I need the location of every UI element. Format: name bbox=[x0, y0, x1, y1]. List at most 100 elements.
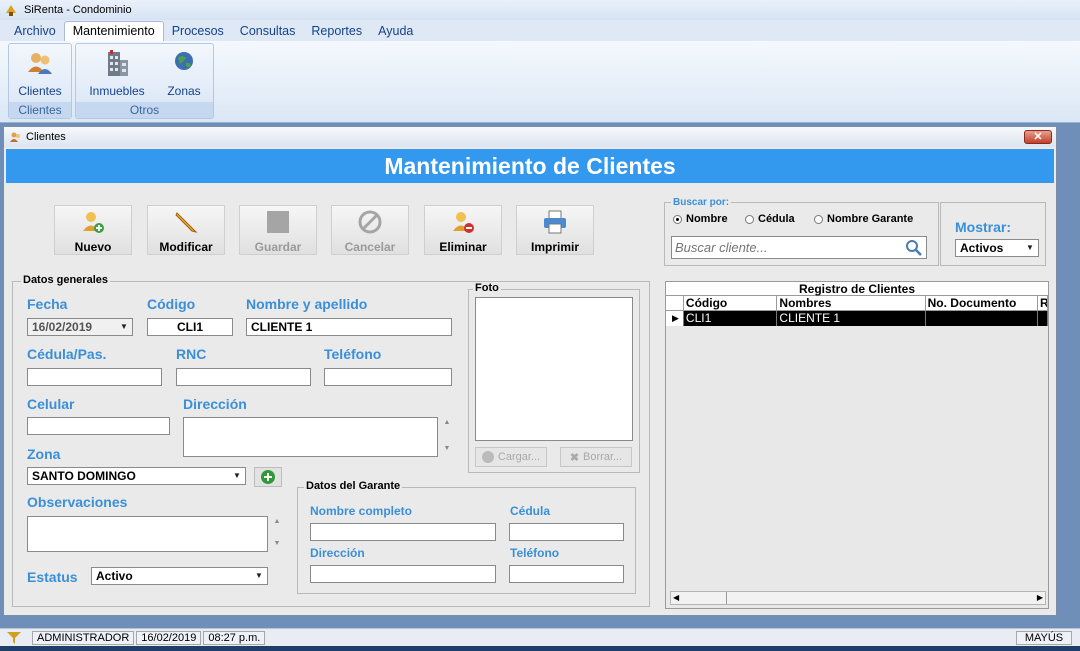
add-icon bbox=[481, 451, 494, 463]
garante-telefono-field[interactable] bbox=[509, 565, 624, 583]
telefono-label: Teléfono bbox=[324, 346, 382, 362]
search-icon[interactable] bbox=[905, 239, 923, 257]
radio-nombre[interactable]: Nombre bbox=[673, 213, 728, 225]
status-caps: MAYÚS bbox=[1016, 630, 1072, 645]
modificar-button[interactable]: Modificar bbox=[147, 205, 225, 255]
col-documento[interactable]: No. Documento bbox=[925, 296, 1039, 311]
clientes-grid: Registro de Clientes Código Nombres No. … bbox=[665, 281, 1049, 609]
menu-procesos[interactable]: Procesos bbox=[164, 22, 232, 41]
nombre-field[interactable]: CLIENTE 1 bbox=[246, 318, 452, 336]
grid-corner bbox=[666, 296, 684, 311]
radio-cedula[interactable]: Cédula bbox=[745, 213, 795, 225]
cell-documento bbox=[925, 311, 1039, 326]
col-codigo[interactable]: Código bbox=[683, 296, 778, 311]
datos-generales-legend: Datos generales bbox=[21, 274, 110, 286]
estatus-select[interactable]: Activo ▼ bbox=[91, 567, 268, 585]
guardar-label: Guardar bbox=[254, 240, 302, 254]
ribbon-inmuebles-button[interactable]: Inmuebles bbox=[84, 48, 150, 98]
buscar-legend: Buscar por: bbox=[671, 197, 732, 208]
horizontal-scrollbar[interactable]: ◀ ▶ bbox=[670, 591, 1046, 605]
app-title: SiRenta - Condominio bbox=[24, 4, 132, 16]
radio-dot bbox=[673, 214, 682, 224]
zona-select[interactable]: SANTO DOMINGO ▼ bbox=[27, 467, 246, 485]
clientes-window: Clientes ✕ Mantenimiento de Clientes Nue… bbox=[3, 126, 1057, 616]
scroll-left-icon[interactable]: ◀ bbox=[673, 593, 679, 602]
rnc-field[interactable] bbox=[176, 368, 311, 386]
ribbon-clientes-button[interactable]: Clientes bbox=[11, 48, 69, 98]
status-time: 08:27 p.m. bbox=[203, 630, 266, 645]
observaciones-field[interactable] bbox=[27, 516, 268, 552]
scroll-down-icon[interactable]: ▼ bbox=[441, 445, 453, 452]
chevron-down-icon[interactable]: ▼ bbox=[1023, 241, 1037, 255]
chevron-down-icon[interactable]: ▼ bbox=[117, 320, 131, 334]
celular-field[interactable] bbox=[27, 417, 170, 435]
add-icon bbox=[261, 470, 275, 484]
codigo-field[interactable]: CLI1 bbox=[147, 318, 233, 336]
app-icon bbox=[6, 5, 16, 16]
scroll-up-icon[interactable]: ▲ bbox=[441, 419, 453, 426]
grid-header: Código Nombres No. Documento R bbox=[666, 296, 1048, 311]
search-input-wrap bbox=[671, 236, 927, 259]
add-zona-button[interactable] bbox=[254, 467, 282, 487]
eliminar-button[interactable]: Eliminar bbox=[424, 205, 502, 255]
chevron-down-icon[interactable]: ▼ bbox=[230, 469, 244, 483]
menu-ayuda[interactable]: Ayuda bbox=[370, 22, 421, 41]
cedula-label: Cédula/Pas. bbox=[27, 346, 107, 362]
menu-archivo[interactable]: Archivo bbox=[6, 22, 64, 41]
ribbon-group-otros: Inmuebles Zonas Otros bbox=[75, 43, 214, 119]
building-icon bbox=[108, 50, 128, 76]
menu-mantenimiento[interactable]: Mantenimiento bbox=[63, 21, 164, 41]
garante-legend: Datos del Garante bbox=[304, 480, 403, 492]
scroll-up-icon[interactable]: ▲ bbox=[271, 518, 283, 525]
estatus-value: Activo bbox=[96, 569, 133, 583]
direccion-label: Dirección bbox=[183, 396, 247, 412]
mostrar-value: Activos bbox=[960, 241, 1004, 255]
fecha-picker[interactable]: 16/02/2019 ▼ bbox=[27, 318, 133, 336]
menu-consultas[interactable]: Consultas bbox=[232, 22, 304, 41]
page-banner: Mantenimiento de Clientes bbox=[6, 149, 1054, 183]
scroll-right-icon[interactable]: ▶ bbox=[1037, 593, 1043, 602]
status-date: 16/02/2019 bbox=[136, 630, 202, 645]
guardar-button[interactable]: Guardar bbox=[239, 205, 317, 255]
save-icon bbox=[267, 211, 289, 233]
photo-area bbox=[475, 297, 633, 441]
mostrar-panel: Mostrar: Activos ▼ bbox=[940, 202, 1046, 266]
table-row[interactable]: ▶ CLI1 CLIENTE 1 bbox=[666, 311, 1048, 326]
search-input[interactable] bbox=[672, 237, 897, 257]
imprimir-button[interactable]: Imprimir bbox=[516, 205, 594, 255]
scroll-down-icon[interactable]: ▼ bbox=[271, 540, 283, 547]
globe-icon bbox=[175, 52, 193, 70]
fecha-value: 16/02/2019 bbox=[32, 320, 93, 334]
close-button[interactable]: ✕ bbox=[1024, 130, 1052, 144]
imprimir-label: Imprimir bbox=[530, 240, 579, 254]
garante-cedula-field[interactable] bbox=[509, 523, 624, 541]
cell-r bbox=[1038, 311, 1048, 326]
telefono-field[interactable] bbox=[324, 368, 452, 386]
scroll-thumb[interactable] bbox=[687, 592, 727, 604]
grid-caption: Registro de Clientes bbox=[666, 282, 1048, 296]
estatus-label: Estatus bbox=[27, 569, 78, 585]
garante-nombre-field[interactable] bbox=[310, 523, 496, 541]
garante-direccion-field[interactable] bbox=[310, 565, 496, 583]
ribbon-zonas-button[interactable]: Zonas bbox=[160, 48, 208, 98]
foto-legend: Foto bbox=[473, 282, 501, 294]
nuevo-button[interactable]: Nuevo bbox=[54, 205, 132, 255]
cargar-button[interactable]: Cargar... bbox=[475, 447, 547, 467]
borrar-button[interactable]: ✖ Borrar... bbox=[560, 447, 632, 467]
chevron-down-icon[interactable]: ▼ bbox=[252, 569, 266, 583]
radio-dot bbox=[814, 214, 823, 224]
users-icon bbox=[10, 132, 20, 142]
zona-value: SANTO DOMINGO bbox=[32, 469, 136, 483]
users-icon bbox=[28, 53, 52, 74]
menu-reportes[interactable]: Reportes bbox=[303, 22, 370, 41]
col-nombres[interactable]: Nombres bbox=[777, 296, 926, 311]
cancelar-button[interactable]: Cancelar bbox=[331, 205, 409, 255]
printer-icon bbox=[544, 210, 566, 234]
direccion-field[interactable] bbox=[183, 417, 438, 457]
radio-nombre-garante[interactable]: Nombre Garante bbox=[814, 213, 913, 225]
col-r[interactable]: R bbox=[1038, 296, 1048, 311]
remove-user-icon bbox=[453, 212, 474, 233]
mostrar-select[interactable]: Activos ▼ bbox=[955, 239, 1039, 257]
observaciones-label: Observaciones bbox=[27, 494, 128, 510]
cedula-field[interactable] bbox=[27, 368, 162, 386]
